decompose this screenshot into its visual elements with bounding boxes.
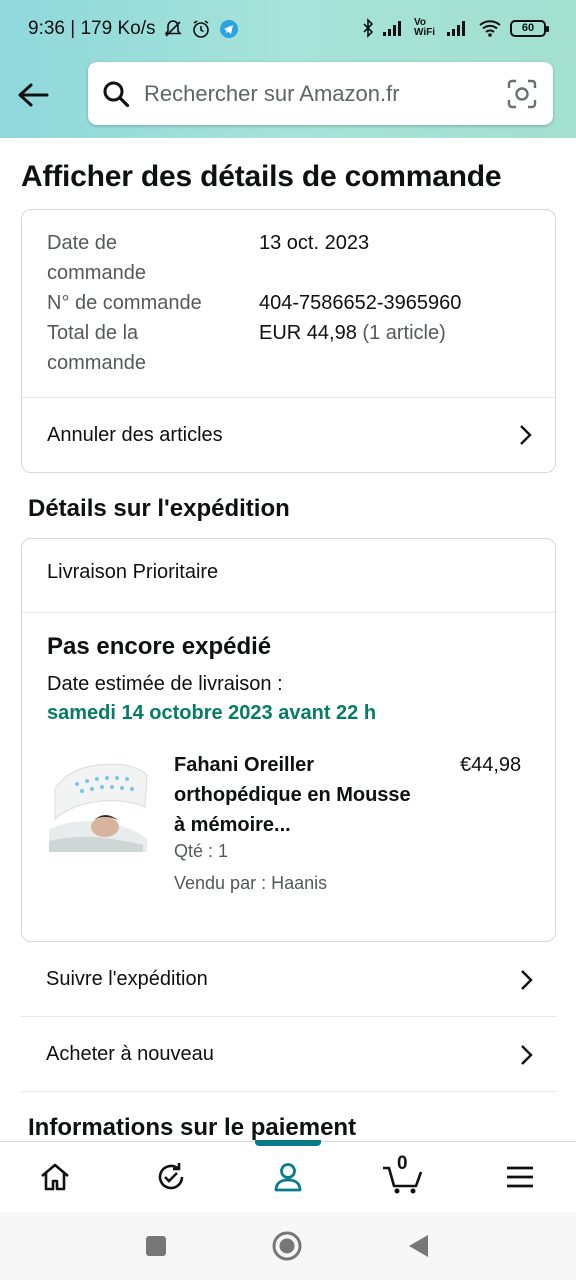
eta-label: Date estimée de livraison : xyxy=(47,673,283,695)
shipping-section-title: Détails sur l'expédition xyxy=(28,495,290,522)
payment-section-title: Informations sur le paiement xyxy=(28,1114,357,1141)
battery-level: 60 xyxy=(521,22,535,34)
nav-account[interactable] xyxy=(266,1155,310,1199)
back-system-button[interactable] xyxy=(404,1232,432,1260)
home-icon xyxy=(41,1163,69,1191)
order-total-value: EUR 44,98 (1 article) xyxy=(259,318,446,348)
order-total-items: (1 article) xyxy=(362,322,446,344)
status-time: 9:36 | 179 Ko/s xyxy=(28,18,156,39)
orders-refresh-icon xyxy=(158,1163,184,1190)
nav-menu[interactable] xyxy=(498,1155,542,1199)
wifi-icon xyxy=(479,20,501,37)
page-title: Afficher des détails de commande xyxy=(21,160,502,193)
buy-again-link[interactable]: Acheter à nouveau xyxy=(21,1018,556,1092)
nav-orders[interactable] xyxy=(149,1155,193,1199)
nav-home[interactable] xyxy=(33,1155,77,1199)
cancel-items-link[interactable]: Annuler des articles xyxy=(22,398,555,472)
top-header: 9:36 | 179 Ko/s Vo WiFi 60 xyxy=(0,0,576,138)
bottom-nav: 0 xyxy=(0,1140,576,1211)
product-seller: Vendu par : Haanis xyxy=(174,873,328,893)
track-shipment-label: Suivre l'expédition xyxy=(46,968,208,990)
status-right: Vo WiFi 60 xyxy=(362,17,549,38)
chevron-right-icon xyxy=(520,425,532,445)
order-total-amount: EUR 44,98 xyxy=(259,322,357,344)
order-total-label: Total de la commande xyxy=(47,322,146,374)
track-shipment-link[interactable]: Suivre l'expédition xyxy=(21,943,556,1017)
order-number-label: N° de commande xyxy=(47,292,202,314)
order-date-value: 13 oct. 2023 xyxy=(259,232,370,254)
bell-muted-icon xyxy=(164,20,183,37)
menu-icon xyxy=(507,1166,533,1188)
signal-2-icon xyxy=(447,21,465,36)
nav-cart[interactable]: 0 xyxy=(380,1153,426,1199)
square-icon xyxy=(146,1236,166,1256)
camera-scan-icon[interactable] xyxy=(507,79,537,109)
product-title[interactable]: Fahani Oreiller orthopédique en Mousse à… xyxy=(174,750,414,840)
bluetooth-icon xyxy=(363,18,374,38)
telegram-icon xyxy=(220,20,239,38)
signal-icon xyxy=(383,21,401,36)
product-quantity: Qté : 1 xyxy=(174,841,229,861)
product-price: €44,98 xyxy=(460,754,522,776)
vowifi-label: Vo WiFi xyxy=(414,17,436,38)
status-left: 9:36 | 179 Ko/s xyxy=(28,18,239,40)
shipment-status: Pas encore expédié xyxy=(47,633,272,660)
alarm-icon xyxy=(193,20,210,38)
active-tab-indicator xyxy=(255,1140,321,1146)
account-icon xyxy=(274,1163,302,1192)
cart-count: 0 xyxy=(397,1153,408,1174)
home-system-button[interactable] xyxy=(271,1230,303,1262)
card-divider xyxy=(22,612,555,613)
circle-icon xyxy=(272,1231,302,1261)
system-nav xyxy=(0,1212,576,1280)
order-summary-card: Date de commande 13 oct. 2023 N° de comm… xyxy=(21,209,556,473)
buy-again-label: Acheter à nouveau xyxy=(46,1043,214,1065)
search-bar[interactable] xyxy=(88,62,553,125)
order-number-value: 404-7586652-3965960 xyxy=(259,292,462,314)
battery-icon: 60 xyxy=(510,19,549,37)
search-icon xyxy=(103,81,130,107)
arrow-left-icon xyxy=(18,83,49,107)
cancel-items-label: Annuler des articles xyxy=(47,423,223,446)
recents-button[interactable] xyxy=(142,1232,170,1260)
shipping-method: Livraison Prioritaire xyxy=(47,561,219,583)
chevron-right-icon xyxy=(521,1044,533,1065)
triangle-back-icon xyxy=(409,1235,428,1257)
eta-date: samedi 14 octobre 2023 avant 22 h xyxy=(47,702,377,724)
status-bar: 9:36 | 179 Ko/s Vo WiFi 60 xyxy=(0,0,576,62)
product-image[interactable] xyxy=(47,749,150,852)
chevron-right-icon xyxy=(521,969,533,990)
search-input[interactable] xyxy=(144,80,484,107)
order-date-label: Date de commande xyxy=(47,232,146,284)
back-button[interactable] xyxy=(14,76,52,114)
shipment-card: Livraison Prioritaire Pas encore expédié… xyxy=(21,538,556,942)
